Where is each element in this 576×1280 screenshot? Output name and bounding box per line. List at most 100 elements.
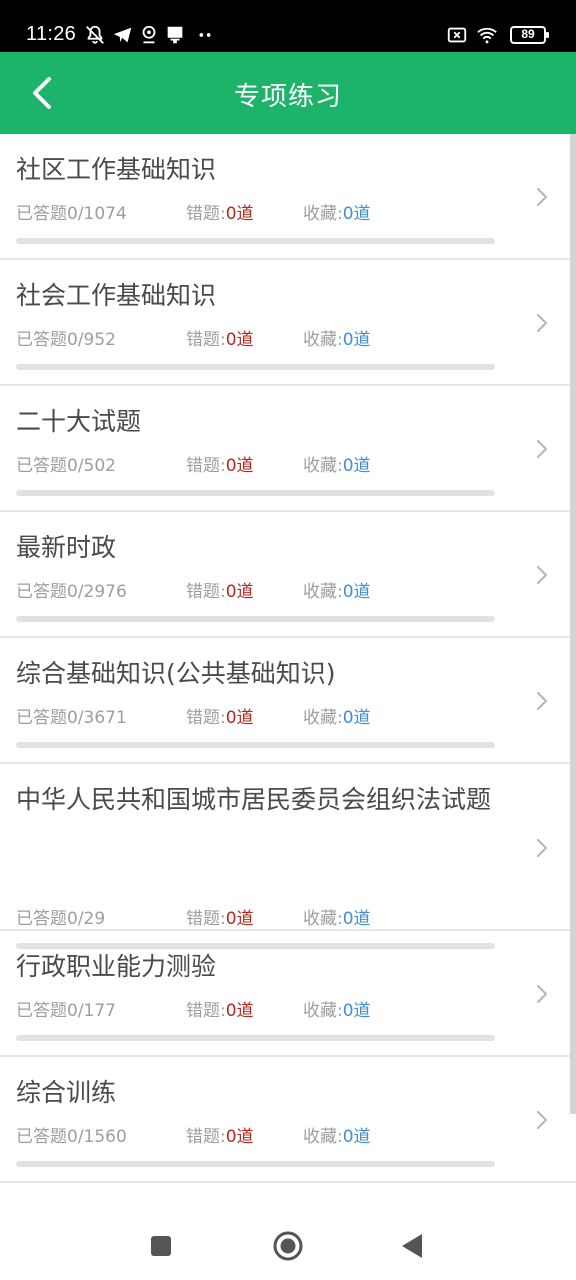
wrong-label: 错题: [186, 1001, 226, 1021]
favorite-label: 收藏: [303, 1001, 343, 1021]
progress-bar [16, 238, 495, 244]
home-circle-icon [273, 1231, 303, 1261]
favorite-count: 收藏:0道 [303, 1125, 371, 1149]
favorite-label: 收藏: [303, 582, 343, 602]
answered-label: 已答题 [16, 330, 67, 350]
favorite-label: 收藏: [303, 909, 343, 929]
wrong-count: 错题:0道 [186, 1125, 254, 1149]
progress-bar [16, 364, 495, 370]
list-item[interactable]: 社会工作基础知识已答题0/952 错题:0道 收藏: 0道 [0, 260, 576, 386]
favorite-label: 收藏: [303, 330, 343, 350]
answered-value: 0/1074 [67, 204, 127, 224]
wrong-value: 0道 [225, 1001, 254, 1021]
list-item[interactable]: 最新时政 已答题0/2976 错题:0道 收藏:0道 [0, 512, 576, 638]
favorite-value: 0道 [342, 1001, 371, 1021]
wrong-value: 0道 [225, 330, 254, 350]
wrong-count: 错题:0道 [186, 999, 254, 1023]
telegram-icon [112, 24, 134, 46]
answered-value: 0/952 [67, 330, 116, 350]
wrong-value: 0道 [225, 708, 254, 728]
answered-count: 已答题0/1560 [16, 1125, 127, 1149]
list-item[interactable]: 已答题错题:收藏: [0, 1183, 576, 1210]
answered-label: 已答题 [16, 909, 67, 929]
item-title: 二十大试题 [16, 407, 142, 436]
answered-value: 0/177 [67, 1001, 116, 1021]
wrong-count: 错题:0道 [186, 907, 254, 931]
answered-value: 0/1560 [67, 1127, 127, 1147]
location-pin-icon [138, 24, 160, 46]
chevron-right-icon [536, 565, 548, 585]
chevron-right-icon [536, 313, 548, 333]
status-time: 11:26 [26, 23, 77, 45]
list-item[interactable]: 社区工作基础知识已答题0/1074 错题:0道 收藏:0道 [0, 134, 576, 260]
favorite-count: 收藏:0道 [303, 202, 371, 226]
favorite-label: 收藏: [303, 1127, 343, 1147]
back-triangle-icon [402, 1234, 422, 1258]
answered-value: 0/29 [67, 909, 106, 929]
nav-back-button[interactable] [394, 1228, 430, 1264]
chevron-right-icon [536, 691, 548, 711]
chevron-right-icon [536, 1110, 548, 1130]
answered-label: 已答题 [16, 456, 67, 476]
answered-count: 已答题0/952 [16, 328, 116, 352]
favorite-value: 0道 [342, 456, 371, 476]
favorite-label: 收藏: [303, 708, 343, 728]
wifi-icon [476, 24, 498, 46]
item-title: 综合基础知识(公共基础知识) [16, 659, 336, 688]
more-dots-icon [194, 24, 216, 46]
answered-value: 0/502 [67, 456, 116, 476]
answered-count: 已答题0/2976 [16, 580, 127, 604]
chevron-right-icon [536, 439, 548, 459]
wrong-value: 0道 [225, 204, 254, 224]
progress-bar [16, 1161, 495, 1167]
practice-list: 社区工作基础知识 已答题0/1074 错题:0道 收藏:0道 社会工作基础知识 已答题0/… [0, 134, 576, 1210]
notification-icon [164, 24, 186, 46]
wrong-label: 错题: [186, 582, 226, 602]
list-item[interactable]: 中华人民共和国城市居民委员会组织法试题 已答题0/29 错题:0道 收藏:0道 [0, 764, 576, 949]
wrong-value: 0道 [225, 909, 254, 929]
favorite-count: 收藏:0道 [303, 580, 371, 604]
progress-bar [16, 1035, 495, 1041]
list-item[interactable]: 综合训练已答题0/1560 错题:0道 收藏:0道 [0, 1057, 576, 1183]
item-title: 社会工作基础知识 [16, 281, 217, 310]
system-nav-bar [0, 1210, 576, 1280]
chevron-right-icon [536, 187, 548, 207]
wrong-count: 错题:0道 [186, 454, 254, 478]
list-item[interactable]: 综合基础知识(公共基础知识) 已答题0/3671 错题:0道 收藏:0道 [0, 638, 576, 764]
scrollbar[interactable] [570, 134, 576, 1114]
favorite-label: 收藏: [303, 204, 343, 224]
answered-count: 已答题0/29 [16, 907, 105, 931]
answered-label: 已答题 [16, 1001, 67, 1021]
wrong-label: 错题: [186, 204, 226, 224]
answered-count: 已答题0/502 [16, 454, 116, 478]
answered-value: 0/3671 [67, 708, 127, 728]
favorite-value: 0道 [342, 582, 371, 602]
answered-label: 已答题 [16, 204, 67, 224]
wrong-count: 错题:0道 [186, 580, 254, 604]
answered-count: 已答题0/1074 [16, 202, 127, 226]
recents-button[interactable] [143, 1228, 179, 1264]
list-item[interactable]: 行政职业能力测验 已答题0/177 错题:0道 收藏:0道 [0, 931, 576, 1057]
wrong-count: 错题:0道 [186, 328, 254, 352]
answered-label: 已答题 [16, 582, 67, 602]
chevron-right-icon [536, 838, 548, 857]
wrong-label: 错题: [186, 909, 226, 929]
favorite-count: 收藏:0道 [303, 706, 371, 730]
item-title: 综合训练 [16, 1078, 117, 1107]
answered-count: 已答题0/3671 [16, 706, 127, 730]
wrong-value: 0道 [225, 456, 254, 476]
answered-value: 0/2976 [67, 582, 127, 602]
progress-bar [16, 490, 495, 496]
item-title: 中华人民共和国城市居民委员会组织法试题 [16, 785, 492, 814]
item-title: 社区工作基础知识 [16, 155, 217, 184]
answered-count: 已答题0/177 [16, 999, 116, 1023]
list-item[interactable]: 二十大试题已答题0/502 错题:0道 收藏:0道 [0, 386, 576, 512]
favorite-count: 收藏:0道 [303, 454, 371, 478]
home-button[interactable] [270, 1228, 306, 1264]
wrong-label: 错题: [186, 330, 226, 350]
favorite-value: 0道 [342, 909, 371, 929]
progress-bar [16, 616, 495, 622]
wrong-label: 错题: [186, 1127, 226, 1147]
no-sim-icon [446, 24, 468, 46]
progress-bar [16, 742, 495, 748]
